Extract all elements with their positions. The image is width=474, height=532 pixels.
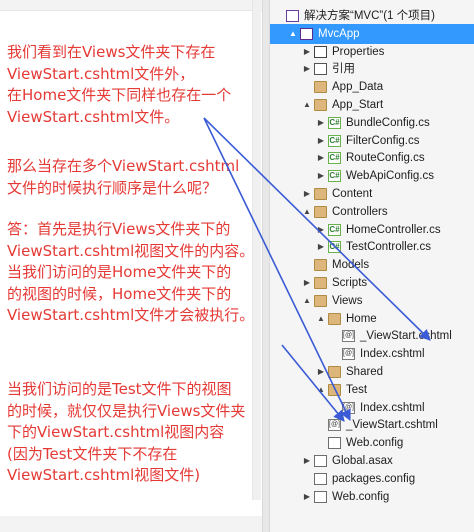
- razor-file-icon: [@]: [328, 419, 341, 432]
- tree-item-label: Web.config: [332, 490, 390, 503]
- config-file-icon: [328, 437, 341, 450]
- csharp-file-icon: C#: [328, 170, 341, 183]
- expand-arrow-icon[interactable]: ▶: [302, 487, 312, 507]
- annotation-paragraph-4: 当我们访问的是Test文件下的视图 的时候，就仅仅是执行Views文件夹 下的V…: [7, 380, 246, 484]
- project-icon: [300, 27, 313, 40]
- razor-file-icon: [@]: [342, 348, 355, 361]
- panel-splitter[interactable]: [262, 0, 270, 532]
- folder-icon: [328, 383, 341, 396]
- csharp-file-icon: C#: [328, 152, 341, 165]
- folder-icon: [314, 99, 327, 111]
- folder-icon: [314, 259, 327, 272]
- bottom-bar: [0, 516, 262, 532]
- config-file-icon: [314, 472, 327, 485]
- annotation-paragraph-3: 答：首先是执行Views文件夹下的 ViewStart.cshtml视图文件的内…: [7, 220, 255, 324]
- csharp-file-icon: C#: [328, 116, 341, 129]
- solution-icon: [286, 10, 299, 22]
- razor-file-icon: [@]: [342, 330, 355, 343]
- csharp-file-icon: C#: [328, 223, 341, 236]
- csharp-file-icon: C#: [328, 134, 341, 147]
- folder-icon: [314, 188, 327, 200]
- references-icon: [314, 63, 327, 76]
- folder-icon: [314, 81, 327, 94]
- top-bar: [0, 0, 262, 11]
- annotation-paragraph-1: 我们看到在Views文件夹下存在 ViewStart.cshtml文件外， 在H…: [7, 43, 232, 126]
- annotation-paragraph-2: 那么当存在多个ViewStart.cshtml 文件的时候执行顺序是什么呢？: [7, 157, 240, 197]
- tree-item[interactable]: ▶ Web.config: [270, 487, 474, 507]
- folder-icon: [314, 205, 327, 218]
- folder-icon: [328, 312, 341, 325]
- asax-file-icon: [314, 455, 327, 467]
- razor-file-icon: [@]: [342, 401, 355, 414]
- vertical-scrollbar[interactable]: [252, 0, 261, 500]
- solution-explorer-tree: 解决方案“MVC”(1 个项目) ▲ MvcApp ▶ Properties ▶ 引用 App…: [270, 0, 474, 532]
- folder-icon: [328, 366, 341, 378]
- annotation-panel: 我们看到在Views文件夹下存在 ViewStart.cshtml文件外， 在H…: [0, 0, 262, 532]
- csharp-file-icon: C#: [328, 241, 341, 254]
- config-file-icon: [314, 490, 327, 503]
- folder-icon: [314, 294, 327, 307]
- folder-icon: [314, 277, 327, 289]
- properties-icon: [314, 45, 327, 58]
